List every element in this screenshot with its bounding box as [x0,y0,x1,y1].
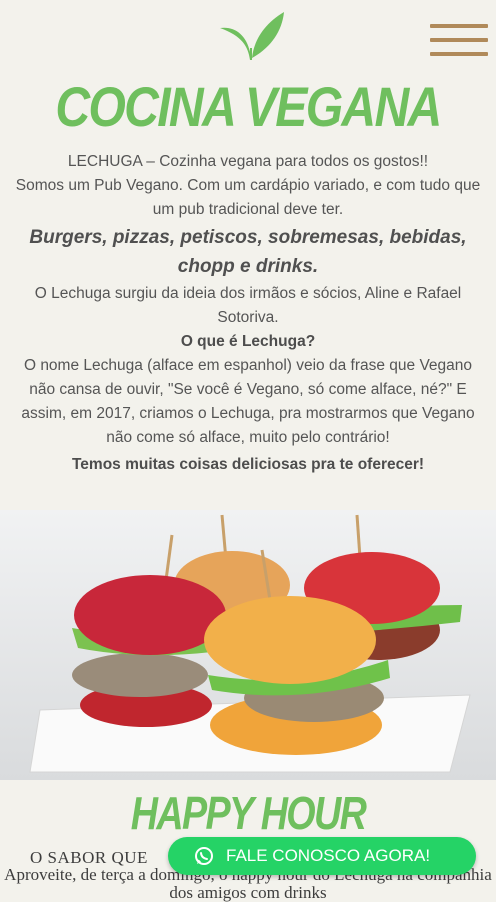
header [0,0,496,68]
menu-highlight: Burgers, pizzas, petiscos, sobremesas, b… [29,227,467,277]
menu-bar [430,38,488,42]
whatsapp-icon [195,847,213,865]
hamburger-menu-icon[interactable] [430,24,488,64]
intro-line: LECHUGA – Cozinha vegana para todos os g… [67,153,429,170]
intro-line: Somos um Pub Vegano. Com um cardápio var… [15,177,481,218]
intro-section: LECHUGA – Cozinha vegana para todos os g… [0,150,496,477]
happy-hour-title: HAPPY HOUR [130,787,367,839]
offer-text: Temos muitas coisas deliciosas pra te of… [71,456,425,473]
about-heading: O que é Lechuga? [180,333,316,350]
origin-text: O Lechuga surgiu da ideia dos irmãos e s… [34,285,462,326]
contact-button-label: FALE CONOSCO AGORA! [226,846,431,865]
page-title: COCINA VEGANA [55,75,442,138]
menu-bar [430,24,488,28]
contact-whatsapp-button[interactable]: FALE CONOSCO AGORA! [168,837,476,875]
menu-bar [430,52,488,56]
leaf-sprout-icon [220,12,284,60]
burgers-photo [0,510,496,780]
about-text: O nome Lechuga (alface em espanhol) veio… [21,357,475,446]
